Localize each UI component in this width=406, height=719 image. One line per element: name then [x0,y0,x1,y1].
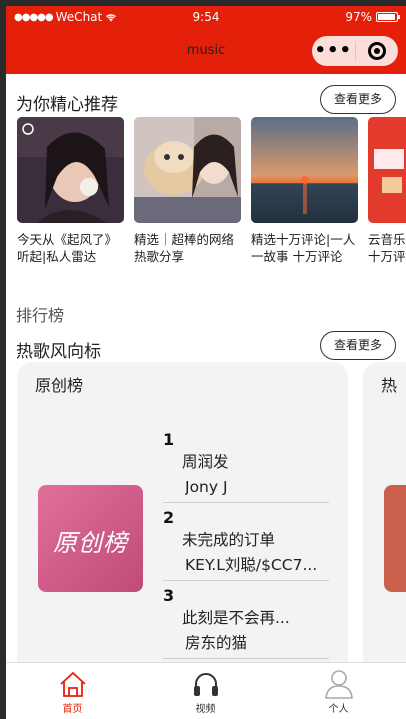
close-miniapp-button[interactable] [355,42,398,60]
song-rank: 3 [163,586,175,605]
battery-percent: 97% [345,10,372,24]
playlist-card[interactable]: 精选十万评论|一人一故事 十万评论 [251,117,358,265]
playlist-title: 云音乐特别推荐 过十万评 [368,232,406,264]
song-rank: 2 [163,508,175,527]
playlist-card[interactable]: 今天从《起风了》听起|私人雷达 [17,117,124,265]
song-name: 周润发 [182,453,229,471]
miniapp-capsule: ••• [312,36,398,66]
playlist-title: 今天从《起风了》听起|私人雷达 [17,232,118,264]
chart-card[interactable]: 热 [363,362,406,682]
battery-icon [376,12,400,22]
more-dots-icon[interactable]: ••• [312,36,355,66]
playlist-cover [368,117,406,223]
tab-label: 视频 [195,704,216,715]
song-divider [163,580,329,581]
home-icon [59,671,86,697]
playlist-cover [251,117,358,223]
chart-card[interactable]: 原创榜 原创榜 1 周润发 Jony J 2 未完成的订单 KEY.L刘聪/$C… [17,362,348,682]
playlist-cover [134,117,241,223]
playlist-cover [17,117,124,223]
playlist-title: 精选十万评论|一人一故事 十万评论 [251,232,356,264]
tab-label: 个人 [328,704,349,715]
recommend-heading: 为你精心推荐 [16,95,118,115]
ranking-heading: 热歌风向标 [16,342,101,362]
headphones-icon [193,673,218,696]
tab-home[interactable]: 首页 [6,663,139,719]
ranking-header: 热歌风向标 查看更多 [16,331,396,362]
song-name: 未完成的订单 [182,531,276,549]
song-artist: 房东的猫 [185,634,248,652]
chart-card-title: 热 [381,376,398,395]
ranking-more-button[interactable]: 查看更多 [320,331,396,360]
song-divider [163,658,329,659]
playlist-title: 精选｜超棒的网络热歌分享 [134,232,235,264]
recommend-header: 为你精心推荐 查看更多 [16,85,396,115]
tab-label: 首页 [62,704,83,715]
chart-cover-text: 原创榜 [53,529,128,557]
song-artist: Jony J [185,478,228,496]
phone-screen: ●●●●● WeChat 9:54 97% music ••• 为你精心推荐 查… [6,6,406,719]
playlist-card[interactable]: 精选｜超棒的网络热歌分享 [134,117,241,265]
playlist-card[interactable]: 云音乐特别推荐 过十万评 [368,117,406,265]
song-rank: 1 [163,430,175,449]
tab-profile[interactable]: 个人 [272,663,405,719]
song-row[interactable]: 1 周润发 Jony J [163,430,329,503]
chart-card-title: 原创榜 [35,376,84,395]
tab-video[interactable]: 视频 [139,663,272,719]
chart-card-cover [384,485,406,592]
user-icon [324,670,353,699]
recommend-more-button[interactable]: 查看更多 [320,85,396,114]
status-bar: ●●●●● WeChat 9:54 97% [6,6,406,28]
recommend-list: 今天从《起风了》听起|私人雷达 精选｜超棒的网络热歌分享 精选十万评论|一人一故… [17,117,406,267]
close-target-icon [367,42,386,60]
song-divider [163,502,329,503]
song-artist: KEY.L刘聪/$CC7... [185,556,318,574]
song-row[interactable]: 3 此刻是不会再... 房东的猫 [163,586,329,659]
tab-bar: 首页 视频 个人 [6,662,406,719]
nav-bar: music ••• [6,28,406,74]
chart-card-cover: 原创榜 [38,485,143,592]
song-name: 此刻是不会再... [182,609,290,627]
song-row[interactable]: 2 未完成的订单 KEY.L刘聪/$CC7... [163,508,329,581]
ranking-label: 排行榜 [16,306,65,325]
